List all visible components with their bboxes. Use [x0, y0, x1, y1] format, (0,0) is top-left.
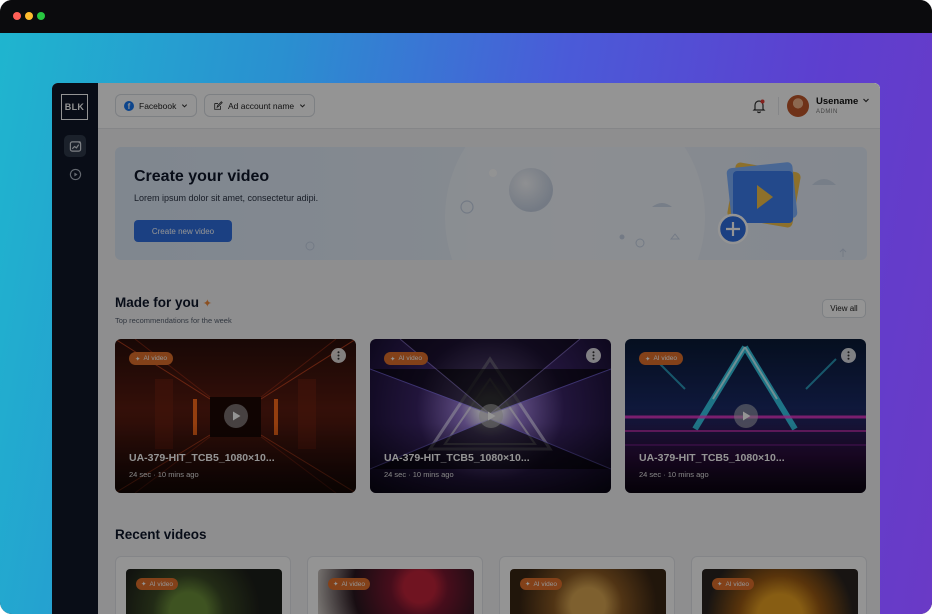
- create-new-video-button[interactable]: Create new video: [134, 220, 232, 242]
- video-title: UA-379-HIT_TCB5_1080×10...: [384, 452, 530, 464]
- recent-videos-title: Recent videos: [115, 527, 207, 542]
- user-role: ADMIN: [816, 109, 838, 115]
- chevron-down-icon: [182, 104, 188, 108]
- sparkle-icon: ✦: [525, 581, 531, 588]
- sparkle-icon: ✦: [333, 581, 339, 588]
- close-window-button[interactable]: [13, 12, 21, 20]
- sparkle-icon: ✦: [135, 355, 141, 363]
- card-menu-button[interactable]: [841, 348, 856, 363]
- more-vertical-icon: [337, 351, 340, 360]
- brand-logo[interactable]: BLK: [61, 94, 88, 120]
- minimize-window-button[interactable]: [25, 12, 33, 20]
- banner-title: Create your video: [134, 168, 270, 185]
- ai-video-badge: ✦ AI video: [384, 352, 428, 365]
- ai-video-badge: ✦ AI video: [520, 578, 562, 590]
- sidebar: BLK: [52, 83, 98, 614]
- ai-video-badge: ✦ AI video: [712, 578, 754, 590]
- sparkle-icon: ✦: [141, 581, 147, 588]
- badge-label: AI video: [398, 355, 422, 362]
- video-card[interactable]: ✦ AI video UA-379-HIT_TCB5_1080×10... 24 …: [625, 339, 866, 493]
- facebook-icon: f: [124, 100, 134, 111]
- badge-label: AI video: [533, 580, 557, 588]
- video-card[interactable]: ✦ AI video UA-379-HIT_TCB5_1080×10... 24 …: [370, 339, 611, 493]
- recent-video-thumbnail: ✦ AI video: [702, 569, 858, 614]
- video-meta: 24 sec · 10 mins ago: [384, 470, 454, 479]
- platform-dropdown[interactable]: f Facebook: [115, 94, 198, 117]
- sparkle-icon: ✦: [202, 298, 212, 310]
- recent-video-card[interactable]: ✦ AI video: [691, 556, 867, 614]
- desktop-background: BLK f Facebook Ad account name Usename A…: [0, 33, 932, 614]
- badge-label: AI video: [653, 355, 677, 362]
- recent-video-card[interactable]: ✦ AI video: [499, 556, 675, 614]
- card-menu-button[interactable]: [331, 348, 346, 363]
- sparkle-icon: ✦: [645, 355, 651, 363]
- ai-video-badge: ✦ AI video: [639, 352, 683, 365]
- user-menu-chevron-icon[interactable]: [862, 96, 870, 104]
- made-for-you-label: Made for you: [115, 295, 200, 310]
- platform-label: Facebook: [139, 100, 177, 111]
- recent-video-card[interactable]: ✦ AI video: [115, 556, 291, 614]
- play-icon: [232, 411, 240, 421]
- video-meta: 24 sec · 10 mins ago: [129, 470, 199, 479]
- sidebar-item-videos[interactable]: [64, 163, 86, 185]
- user-name[interactable]: Usename: [816, 96, 858, 107]
- play-button[interactable]: [734, 404, 758, 428]
- topbar-divider: [778, 97, 779, 115]
- play-icon: [487, 411, 495, 421]
- more-vertical-icon: [847, 351, 850, 360]
- analytics-icon: [69, 140, 81, 152]
- badge-label: AI video: [341, 580, 365, 588]
- sparkle-icon: ✦: [390, 355, 396, 363]
- play-button[interactable]: [479, 404, 503, 428]
- ai-video-badge: ✦ AI video: [136, 578, 178, 590]
- ad-account-dropdown[interactable]: Ad account name: [204, 94, 316, 117]
- user-avatar[interactable]: [787, 95, 809, 117]
- bell-icon: [752, 99, 766, 114]
- sparkle-icon: ✦: [717, 581, 723, 588]
- chevron-down-icon: [300, 104, 306, 108]
- ai-video-badge: ✦ AI video: [328, 578, 370, 590]
- main-content: f Facebook Ad account name Usename ADMIN…: [98, 83, 880, 614]
- video-card[interactable]: ✦ AI video UA-379-HIT_TCB5_1080×10... 24 …: [115, 339, 356, 493]
- made-for-you-title: Made for you ✦: [115, 295, 212, 310]
- play-circle-icon: [69, 168, 81, 180]
- window-titlebar: [0, 0, 932, 33]
- app-panel: BLK f Facebook Ad account name Usename A…: [52, 83, 880, 614]
- play-button[interactable]: [224, 404, 248, 428]
- top-bar: f Facebook Ad account name Usename ADMIN: [98, 83, 880, 129]
- play-icon: [742, 411, 750, 421]
- badge-label: AI video: [143, 355, 167, 362]
- video-stack-illustration: [717, 162, 801, 245]
- app-window: BLK f Facebook Ad account name Usename A…: [0, 0, 932, 614]
- card-menu-button[interactable]: [586, 348, 601, 363]
- made-for-you-subtitle: Top recommendations for the week: [115, 316, 232, 325]
- ad-account-label: Ad account name: [228, 100, 295, 111]
- ai-video-badge: ✦ AI video: [129, 352, 173, 365]
- recent-video-card[interactable]: ✦ AI video: [307, 556, 483, 614]
- view-all-button[interactable]: View all: [822, 299, 866, 318]
- badge-label: AI video: [725, 580, 749, 588]
- edit-icon: [214, 100, 223, 110]
- video-title: UA-379-HIT_TCB5_1080×10...: [639, 452, 785, 464]
- sidebar-item-analytics[interactable]: [64, 135, 86, 157]
- create-video-banner: Create your video Lorem ipsum dolor sit …: [115, 147, 867, 260]
- maximize-window-button[interactable]: [37, 12, 45, 20]
- video-title: UA-379-HIT_TCB5_1080×10...: [129, 452, 275, 464]
- video-meta: 24 sec · 10 mins ago: [639, 470, 709, 479]
- badge-label: AI video: [149, 580, 173, 588]
- recent-video-thumbnail: ✦ AI video: [510, 569, 666, 614]
- recent-video-thumbnail: ✦ AI video: [126, 569, 282, 614]
- notifications-button[interactable]: [750, 97, 768, 115]
- more-vertical-icon: [592, 351, 595, 360]
- recent-video-thumbnail: ✦ AI video: [318, 569, 474, 614]
- banner-subtitle: Lorem ipsum dolor sit amet, consectetur …: [134, 193, 319, 203]
